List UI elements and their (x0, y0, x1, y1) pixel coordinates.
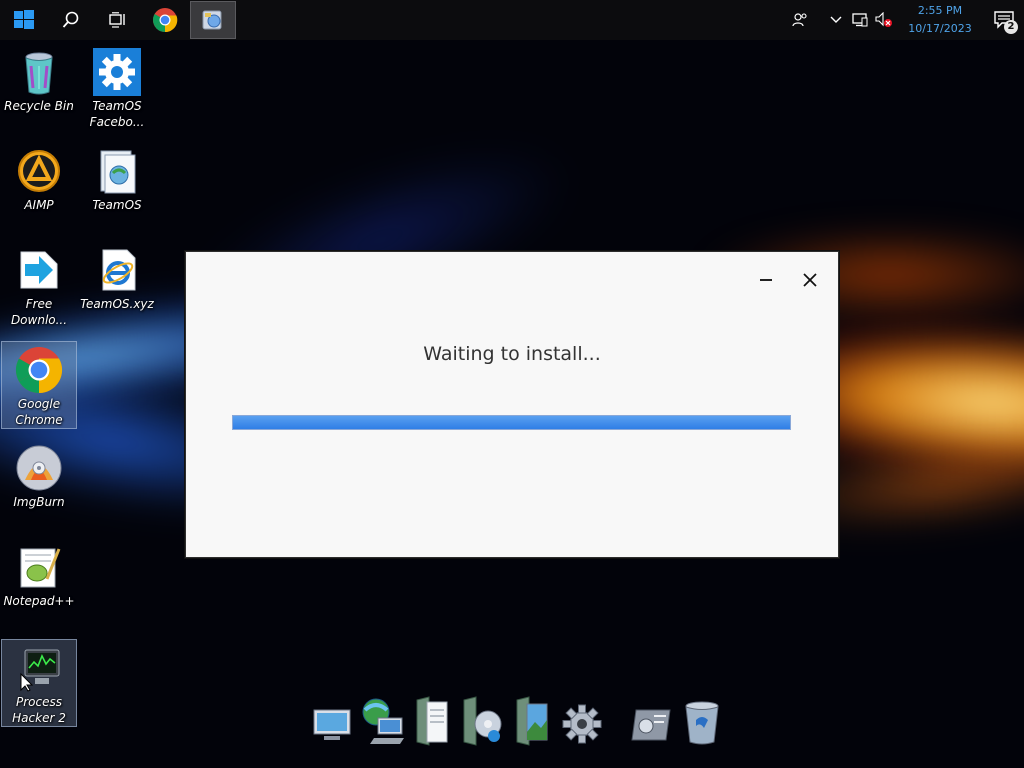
install-progress-bar (232, 415, 791, 430)
desktop-icon-teamos-xyz[interactable]: TeamOS.xyz (79, 242, 155, 312)
dock-item-network[interactable] (360, 694, 404, 746)
network-button[interactable] (848, 0, 872, 40)
start-button[interactable] (0, 0, 47, 40)
installer-taskbar-button[interactable] (190, 1, 236, 39)
dock-item-control-panel[interactable] (630, 694, 674, 746)
desktop-icon-teamos[interactable]: TeamOS (79, 143, 155, 213)
dock-item-recycle-bin[interactable] (680, 694, 724, 746)
status-message: Waiting to install... (423, 343, 601, 365)
desktop-icon-google-chrome[interactable]: Google Chrome (1, 341, 77, 429)
desktop-icon-recycle-bin[interactable]: Recycle Bin (1, 44, 77, 114)
internet-explorer-icon (102, 249, 136, 291)
chrome-taskbar-button[interactable] (141, 0, 188, 40)
system-tray: 2:55 PM 10/17/2023 2 (788, 0, 1024, 40)
clock[interactable]: 2:55 PM 10/17/2023 (900, 2, 980, 38)
desktop-icon-label: TeamOS.xyz (80, 297, 154, 311)
desktop-icon-label: Google Chrome (15, 397, 63, 427)
desktop-icon-label: Process Hacker 2 (12, 695, 66, 725)
desktop-icon-label: Recycle Bin (4, 99, 74, 113)
action-center-button[interactable]: 2 (984, 0, 1024, 40)
process-hacker-icon (20, 649, 60, 692)
progress-fill (233, 416, 790, 429)
volume-muted-icon (875, 12, 892, 27)
desktop-icon-label: TeamOS (92, 198, 142, 212)
clock-date: 10/17/2023 (908, 22, 972, 35)
recycle-bin-icon (25, 52, 53, 95)
people-icon (792, 13, 807, 27)
teamos-icon (100, 150, 136, 194)
chrome-icon (152, 8, 177, 33)
installer-dialog: Waiting to install... (185, 251, 839, 558)
volume-button[interactable] (872, 0, 896, 40)
chevron-up-icon (830, 16, 842, 23)
notification-count-badge: 2 (1004, 20, 1018, 34)
people-button[interactable] (788, 0, 812, 40)
desktop-icon-label: TeamOS Facebo... (89, 99, 145, 129)
computer-icon (313, 709, 351, 740)
settings-icon (562, 704, 602, 744)
installer-icon (202, 10, 222, 30)
music-icon (463, 696, 502, 746)
network-icon (852, 13, 868, 27)
search-button[interactable] (47, 0, 94, 40)
dock-item-pictures[interactable] (510, 694, 554, 746)
gear-icon (99, 54, 135, 90)
network-icon (362, 698, 404, 744)
desktop-icon-process-hacker[interactable]: Process Hacker 2 (1, 639, 77, 727)
download-arrow-icon (20, 251, 58, 289)
desktop-icon-free-download-manager[interactable]: Free Downlo... (1, 242, 77, 328)
task-view-button[interactable] (94, 0, 141, 40)
dock-item-computer[interactable] (310, 694, 354, 746)
search-icon (62, 11, 78, 28)
disc-icon (16, 445, 62, 491)
desktop-icon-teamos-facebook[interactable]: TeamOS Facebo... (79, 44, 155, 130)
chrome-icon (15, 347, 63, 394)
close-icon (803, 273, 817, 287)
show-hidden-icons-button[interactable] (824, 0, 848, 40)
desktop-icon-label: Free Downlo... (10, 297, 68, 327)
clock-time: 2:55 PM (917, 4, 963, 17)
notepad-icon (20, 548, 61, 588)
documents-icon (416, 696, 448, 746)
dock-item-settings[interactable] (560, 694, 604, 746)
task-view-icon (108, 12, 125, 28)
aimp-icon (18, 150, 60, 192)
control-panel-icon (631, 709, 671, 741)
desktop-icon-label: Notepad++ (3, 594, 75, 608)
dock-item-documents[interactable] (410, 694, 454, 746)
desktop-icon-imgburn[interactable]: ImgBurn (1, 440, 77, 510)
windows-logo-icon (13, 10, 34, 29)
pictures-icon (516, 696, 548, 746)
desktop-icon-aimp[interactable]: AIMP (1, 143, 77, 213)
close-button[interactable] (796, 268, 824, 292)
taskbar: 2:55 PM 10/17/2023 2 (0, 0, 1024, 40)
desktop-icon-label: ImgBurn (13, 495, 65, 509)
desktop-icon-label: AIMP (24, 198, 54, 212)
minimize-button[interactable] (752, 268, 780, 292)
dock-item-music[interactable] (460, 694, 504, 746)
desktop-icon-notepad-plus-plus[interactable]: Notepad++ (1, 539, 77, 609)
recycle-bin-icon (685, 701, 719, 745)
dock (310, 690, 724, 746)
